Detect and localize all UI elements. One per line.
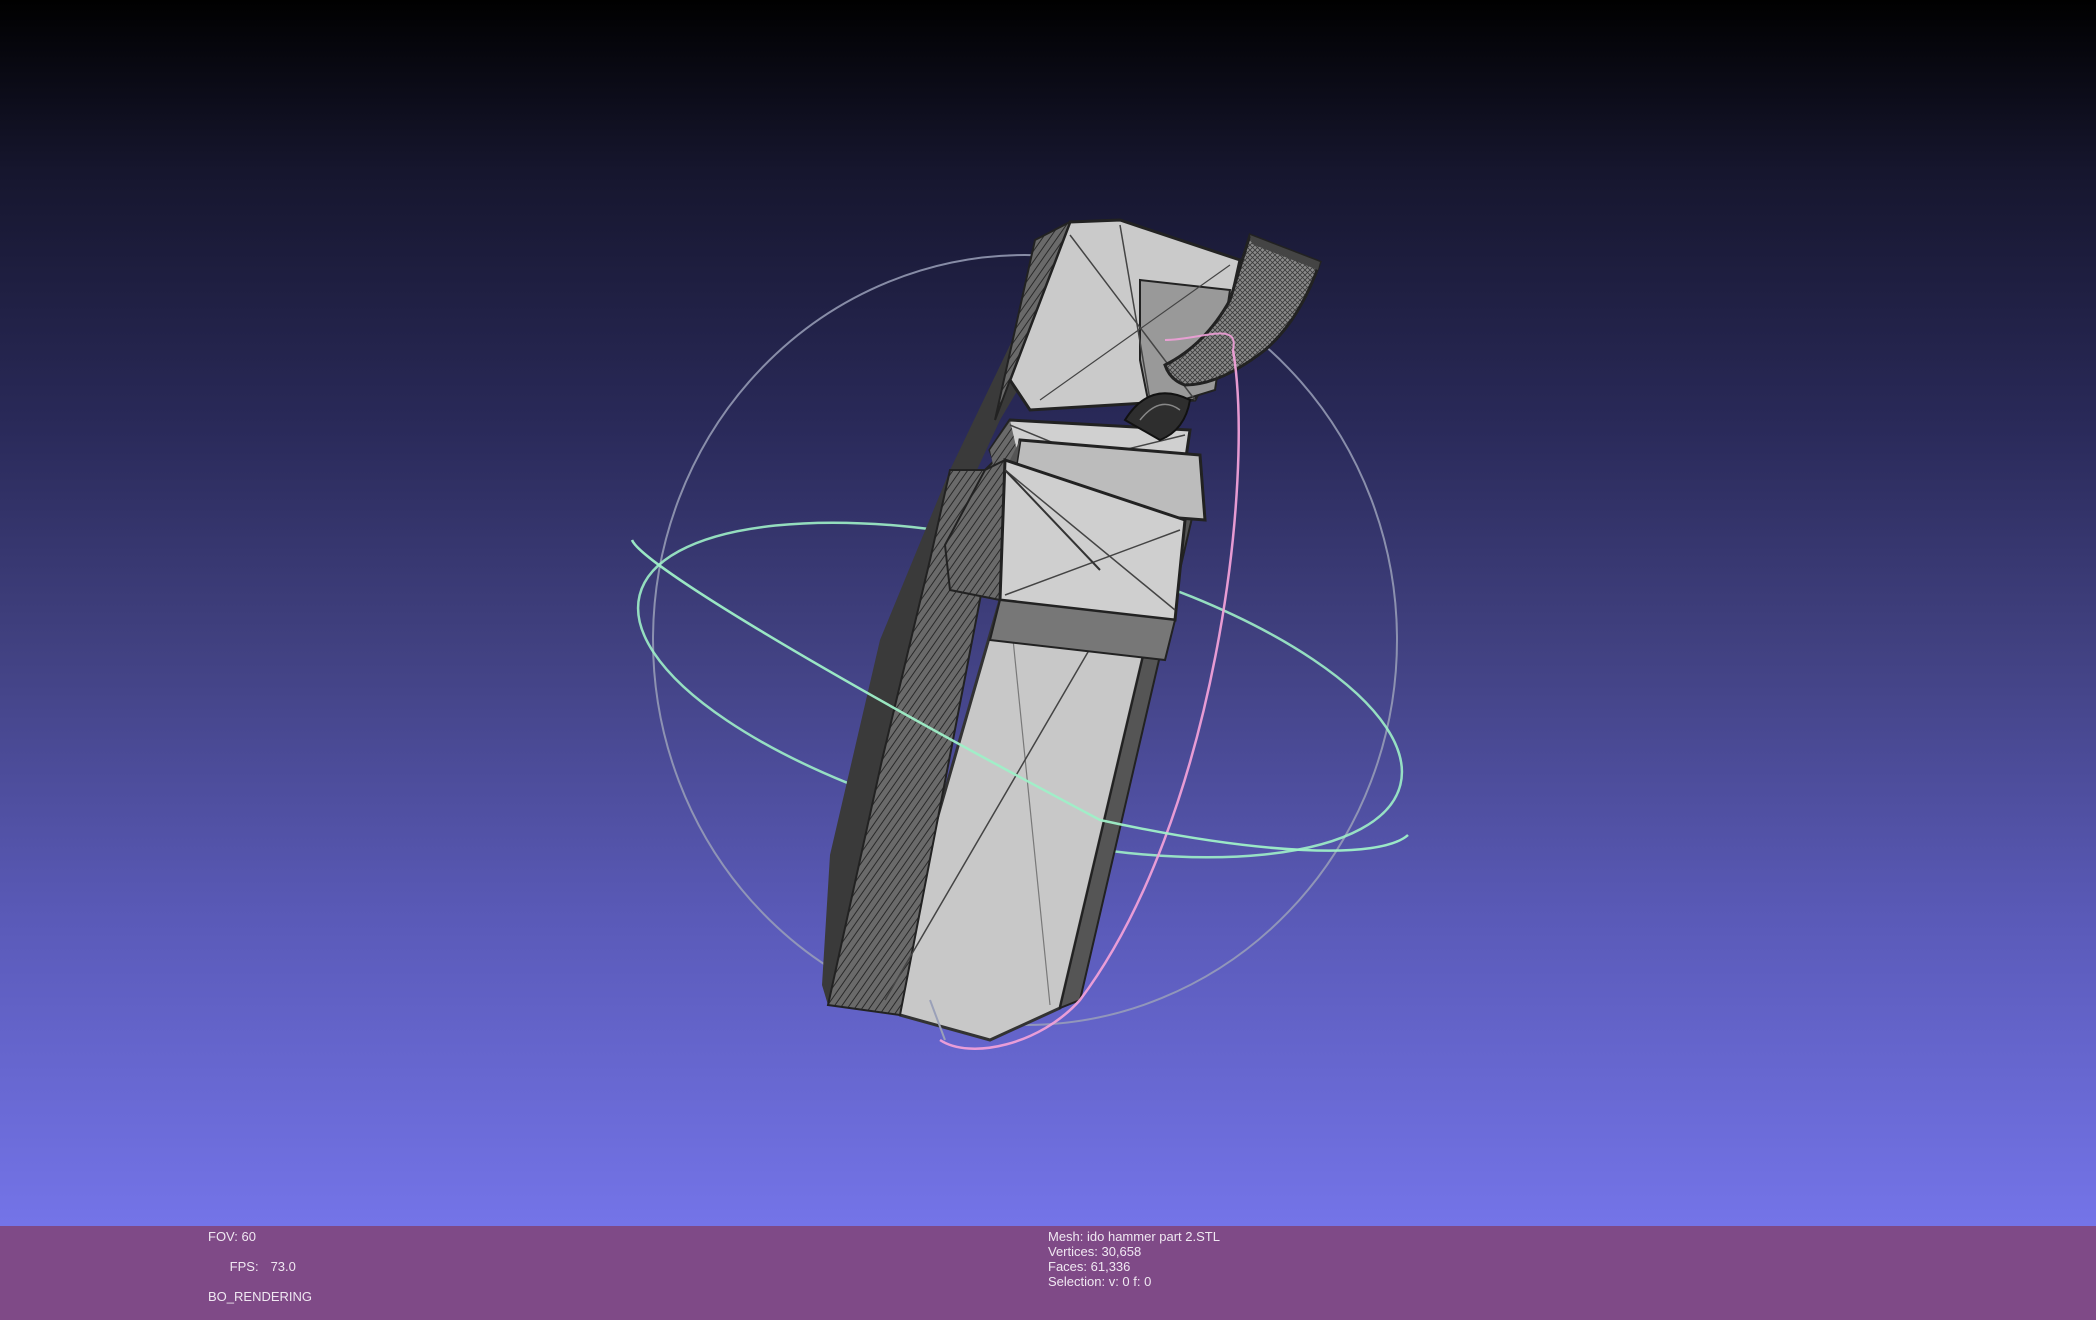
3d-viewport[interactable] (0, 0, 2096, 1226)
vertices-count: Vertices: 30,658 (1048, 1244, 1142, 1259)
fov-readout: FOV: 60 (208, 1229, 256, 1244)
fps-readout: FPS: 73.0 (208, 1244, 312, 1289)
mesh-name: Mesh: ido hammer part 2.STL (1048, 1229, 1220, 1244)
mesh-scene[interactable] (0, 0, 2096, 1226)
status-info-bar: FOV: 60 FPS: 73.0 BO_RENDERING Mesh: ido … (0, 1226, 2096, 1320)
render-mode: BO_RENDERING (208, 1289, 313, 1304)
hammer-mesh-model (822, 218, 1322, 1042)
fps-value: 73.0 (270, 1259, 296, 1274)
fps-label: FPS: (229, 1259, 259, 1274)
render-info: FOV: 60 FPS: 73.0 BO_RENDERING (208, 1229, 312, 1304)
faces-count: Faces: 61,336 (1048, 1259, 1131, 1274)
selection-info: Selection: v: 0 f: 0 (1048, 1274, 1152, 1289)
mesh-info: Mesh: ido hammer part 2.STL Vertices: 30… (1048, 1229, 1220, 1289)
